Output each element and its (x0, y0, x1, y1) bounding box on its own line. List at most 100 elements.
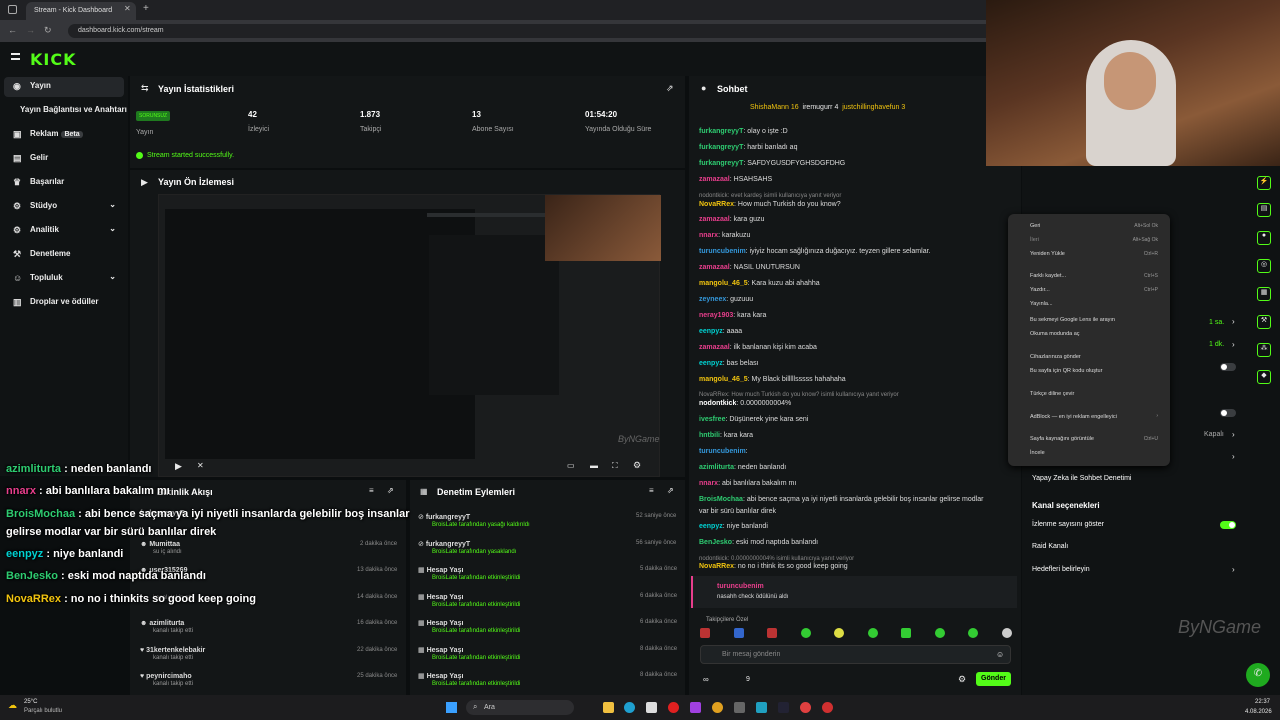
context-menu-item[interactable]: Cihazlarınıza gönder (1030, 354, 1081, 360)
kapali-option[interactable]: Kapalı (1204, 431, 1224, 438)
context-menu-item[interactable]: Yayınla... (1030, 301, 1053, 307)
chat-text: harbi banladı aq (747, 144, 798, 151)
side-icon[interactable]: ⁂ (1257, 343, 1271, 357)
weather-icon: ☁ (8, 700, 17, 710)
gear-icon[interactable]: ⚙ (633, 460, 641, 471)
sidebar-item-droplar[interactable]: ▥ Droplar ve ödüller (4, 293, 124, 313)
mute-icon[interactable]: ✕ (197, 461, 204, 470)
external-link-icon[interactable]: ⇗ (666, 83, 674, 94)
external-link-icon[interactable]: ⇗ (387, 486, 394, 495)
context-menu-item[interactable]: Sayfa kaynağını görüntüle (1030, 436, 1094, 442)
emote-icon[interactable] (934, 628, 945, 638)
goals-item[interactable]: Hedefleri belirleyin (1032, 566, 1090, 573)
sidebar-item-studyo[interactable]: ⚙ Stüdyo ⌄ (4, 197, 124, 217)
sidebar-item-stream-key[interactable]: Yayın Bağlantısı ve Anahtarı (4, 101, 127, 121)
tab-close-icon[interactable]: ✕ (124, 4, 131, 13)
browser-tab[interactable]: Stream - Kick Dashboard (26, 2, 136, 20)
new-tab-icon[interactable]: + (143, 3, 149, 14)
taskbar-search[interactable] (466, 700, 574, 715)
shortcut: Ctrl+S (1143, 273, 1158, 279)
setting-toggle[interactable] (1220, 363, 1236, 371)
sidebar-item-basarilar[interactable]: ♛ Başarılar (4, 173, 124, 193)
sidebar-item-denetleme[interactable]: ⚒ Denetleme (4, 245, 124, 265)
emoji-icon[interactable]: ☺ (996, 650, 1004, 659)
filter-icon[interactable]: ≡ (649, 486, 654, 495)
side-icon[interactable]: ⚡ (1257, 176, 1271, 190)
reload-icon[interactable]: ↻ (44, 25, 52, 36)
fullscreen-icon[interactable]: ⛶ (612, 461, 618, 471)
context-menu-item[interactable]: Yazdır... (1030, 287, 1050, 293)
side-icon[interactable]: ▤ (1257, 203, 1271, 217)
filter-icon[interactable]: ≡ (369, 486, 374, 495)
time-option[interactable]: 1 sa. (1209, 319, 1224, 326)
emote-icon[interactable] (901, 628, 912, 638)
chat-settings-icon[interactable]: ⚙ (958, 674, 966, 685)
store-icon[interactable] (646, 702, 657, 713)
context-menu-item[interactable]: Yeniden Yükle (1030, 251, 1065, 257)
sidebar-item-yayin[interactable]: ◉ Yayın (4, 77, 124, 97)
time-option[interactable]: 1 dk. (1209, 341, 1224, 348)
kick-logo[interactable]: KICK (30, 50, 77, 69)
chevron-right-icon: › (1232, 430, 1235, 439)
emote-icon[interactable] (733, 628, 744, 638)
context-menu-item[interactable]: Bu sayfa için QR kodu oluştur (1030, 368, 1102, 374)
channel-options-heading: Kanal seçenekleri (1032, 501, 1100, 510)
emote-icon[interactable] (700, 628, 710, 638)
menu-icon[interactable] (11, 53, 20, 60)
app-grid-icon[interactable] (8, 5, 17, 14)
context-menu-item[interactable]: Okuma modunda aç (1030, 331, 1080, 337)
emote-icon[interactable] (834, 628, 845, 638)
chrome-icon[interactable] (712, 702, 723, 713)
app-icon[interactable] (756, 702, 767, 713)
context-menu-item[interactable]: Geri (1030, 223, 1040, 229)
send-button[interactable]: Gönder (976, 672, 1011, 686)
app-icon[interactable] (690, 702, 701, 713)
chrome-icon[interactable] (800, 702, 811, 713)
emote-icon[interactable] (767, 628, 778, 638)
forward-icon[interactable]: → (26, 25, 35, 35)
edge-icon[interactable] (624, 702, 635, 713)
preview-video[interactable] (158, 194, 661, 477)
sidebar-item-analitik[interactable]: ⚙ Analitik ⌄ (4, 221, 124, 241)
stats-title: Yayın İstatistikleri (158, 84, 235, 94)
back-icon[interactable]: ← (8, 25, 17, 35)
setting-toggle[interactable] (1220, 409, 1236, 417)
sidebar-item-reklam[interactable]: ▣ Reklam Beta (4, 125, 124, 145)
side-icon[interactable]: ◎ (1257, 259, 1271, 273)
emote-icon[interactable] (968, 628, 979, 638)
context-menu-item[interactable]: İleri (1030, 237, 1039, 243)
context-menu-item[interactable]: Türkçe diline çevir (1030, 391, 1074, 397)
pip-icon[interactable]: ▭ (567, 461, 575, 470)
context-menu-item[interactable]: AdBlock — en iyi reklam engelleyici (1030, 414, 1117, 420)
external-link-icon[interactable]: ⇗ (667, 486, 674, 495)
file-explorer-icon[interactable] (603, 702, 614, 713)
sidebar-item-topluluk[interactable]: ☺ Topluluk ⌄ (4, 269, 124, 289)
emote-icon[interactable] (1001, 628, 1012, 638)
app-icon[interactable] (734, 702, 745, 713)
side-icon[interactable]: ⚒ (1257, 315, 1271, 329)
windows-start-icon[interactable] (446, 702, 457, 713)
context-menu-item[interactable]: Bu sekmeyi Google Lens ile arayın (1030, 317, 1115, 323)
chat-message: zamazaal: ilk banlanan kişi kim acaba (699, 344, 817, 351)
app-icon[interactable] (822, 702, 833, 713)
stat-value: 1.873 (360, 110, 381, 119)
side-icon[interactable]: ● (1257, 231, 1271, 245)
steam-icon[interactable] (778, 702, 789, 713)
context-menu-item[interactable]: Farklı kaydet... (1030, 273, 1066, 279)
side-icon[interactable]: ◆ (1257, 370, 1271, 384)
show-views-toggle[interactable] (1220, 521, 1236, 529)
emote-icon[interactable] (867, 628, 878, 638)
sidebar-item-gelir[interactable]: ▤ Gelir (4, 149, 124, 169)
url-field[interactable]: dashboard.kick.com/stream (68, 24, 998, 38)
raid-item[interactable]: Raid Kanalı (1032, 543, 1068, 550)
youtube-icon[interactable] (668, 702, 679, 713)
play-icon[interactable]: ▶ (175, 461, 182, 472)
side-icon[interactable]: ▦ (1257, 287, 1271, 301)
theater-icon[interactable]: ▬ (590, 461, 598, 470)
chat-username: zamazaal (699, 176, 730, 183)
calendar-icon: ▦ (418, 673, 427, 680)
chat-bubble-icon[interactable]: ✆ (1246, 663, 1270, 687)
ai-moderation-item[interactable]: Yapay Zeka ile Sohbet Denetimi (1032, 475, 1131, 482)
emote-icon[interactable] (800, 628, 811, 638)
context-menu-item[interactable]: İncele (1030, 450, 1045, 456)
